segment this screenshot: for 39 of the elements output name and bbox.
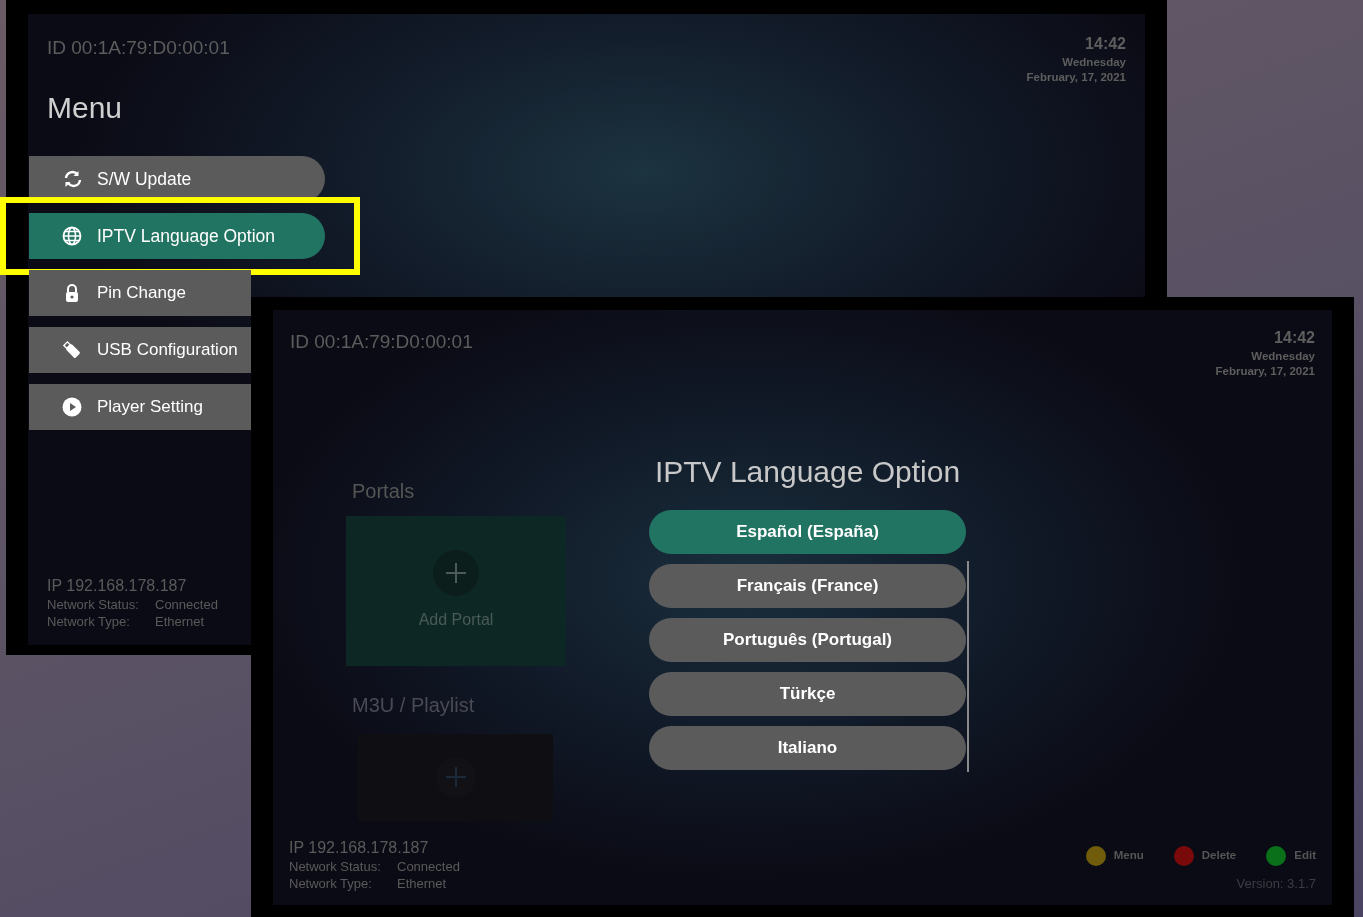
clock-time: 14:42 [1084,34,1126,54]
language-option[interactable]: Français (France) [649,563,966,608]
clock-date: February, 17, 2021 [1026,69,1126,85]
language-option[interactable]: Italiano [649,725,966,770]
play-icon [62,396,82,417]
color-key-label: Menu [1113,847,1144,863]
menu-item[interactable]: Pin Change [29,269,251,316]
globe-icon [62,225,82,246]
language-option[interactable]: Español (España) [649,509,966,554]
network-status-value: Connected [397,859,460,875]
language-option[interactable]: Português (Portugal) [649,617,966,662]
clock-day: Wednesday [1026,54,1126,70]
clock-time: 14:42 [1273,328,1315,348]
clock-day: Wednesday [1215,348,1315,364]
network-type-label: Network Type: [47,614,131,631]
device-id: ID 00:1A:79:D0:00:01 [290,330,473,354]
section-heading: Portals [352,478,416,504]
color-key-label: Edit [1294,847,1316,863]
network-status-label: Network Status: [47,597,140,615]
network-type-label: Network Type: [289,876,373,893]
dialog-title: IPTV Language Option [653,453,962,490]
language-option[interactable]: Türkçe [649,671,966,716]
device-id: ID 00:1A:79:D0:00:01 [47,36,230,60]
network-type-value: Ethernet [397,876,447,892]
section-heading: M3U / Playlist [352,692,476,718]
ip-address: IP 192.168.178.187 [47,576,188,597]
clock-date: February, 17, 2021 [1215,363,1315,379]
menu-item[interactable]: USB Configuration [29,326,251,373]
menu-item[interactable]: Player Setting [29,383,251,430]
network-status-value: Connected [155,597,218,613]
refresh-icon [62,168,82,189]
menu-title: Menu [47,89,123,126]
network-type-value: Ethernet [155,614,205,630]
network-status-label: Network Status: [289,859,382,877]
ip-address: IP 192.168.178.187 [289,838,430,859]
usb-stick-icon [62,339,82,360]
menu-item[interactable]: IPTV Language Option [29,212,325,259]
color-key-label: Delete [1201,847,1237,863]
plus-icon [433,549,479,596]
